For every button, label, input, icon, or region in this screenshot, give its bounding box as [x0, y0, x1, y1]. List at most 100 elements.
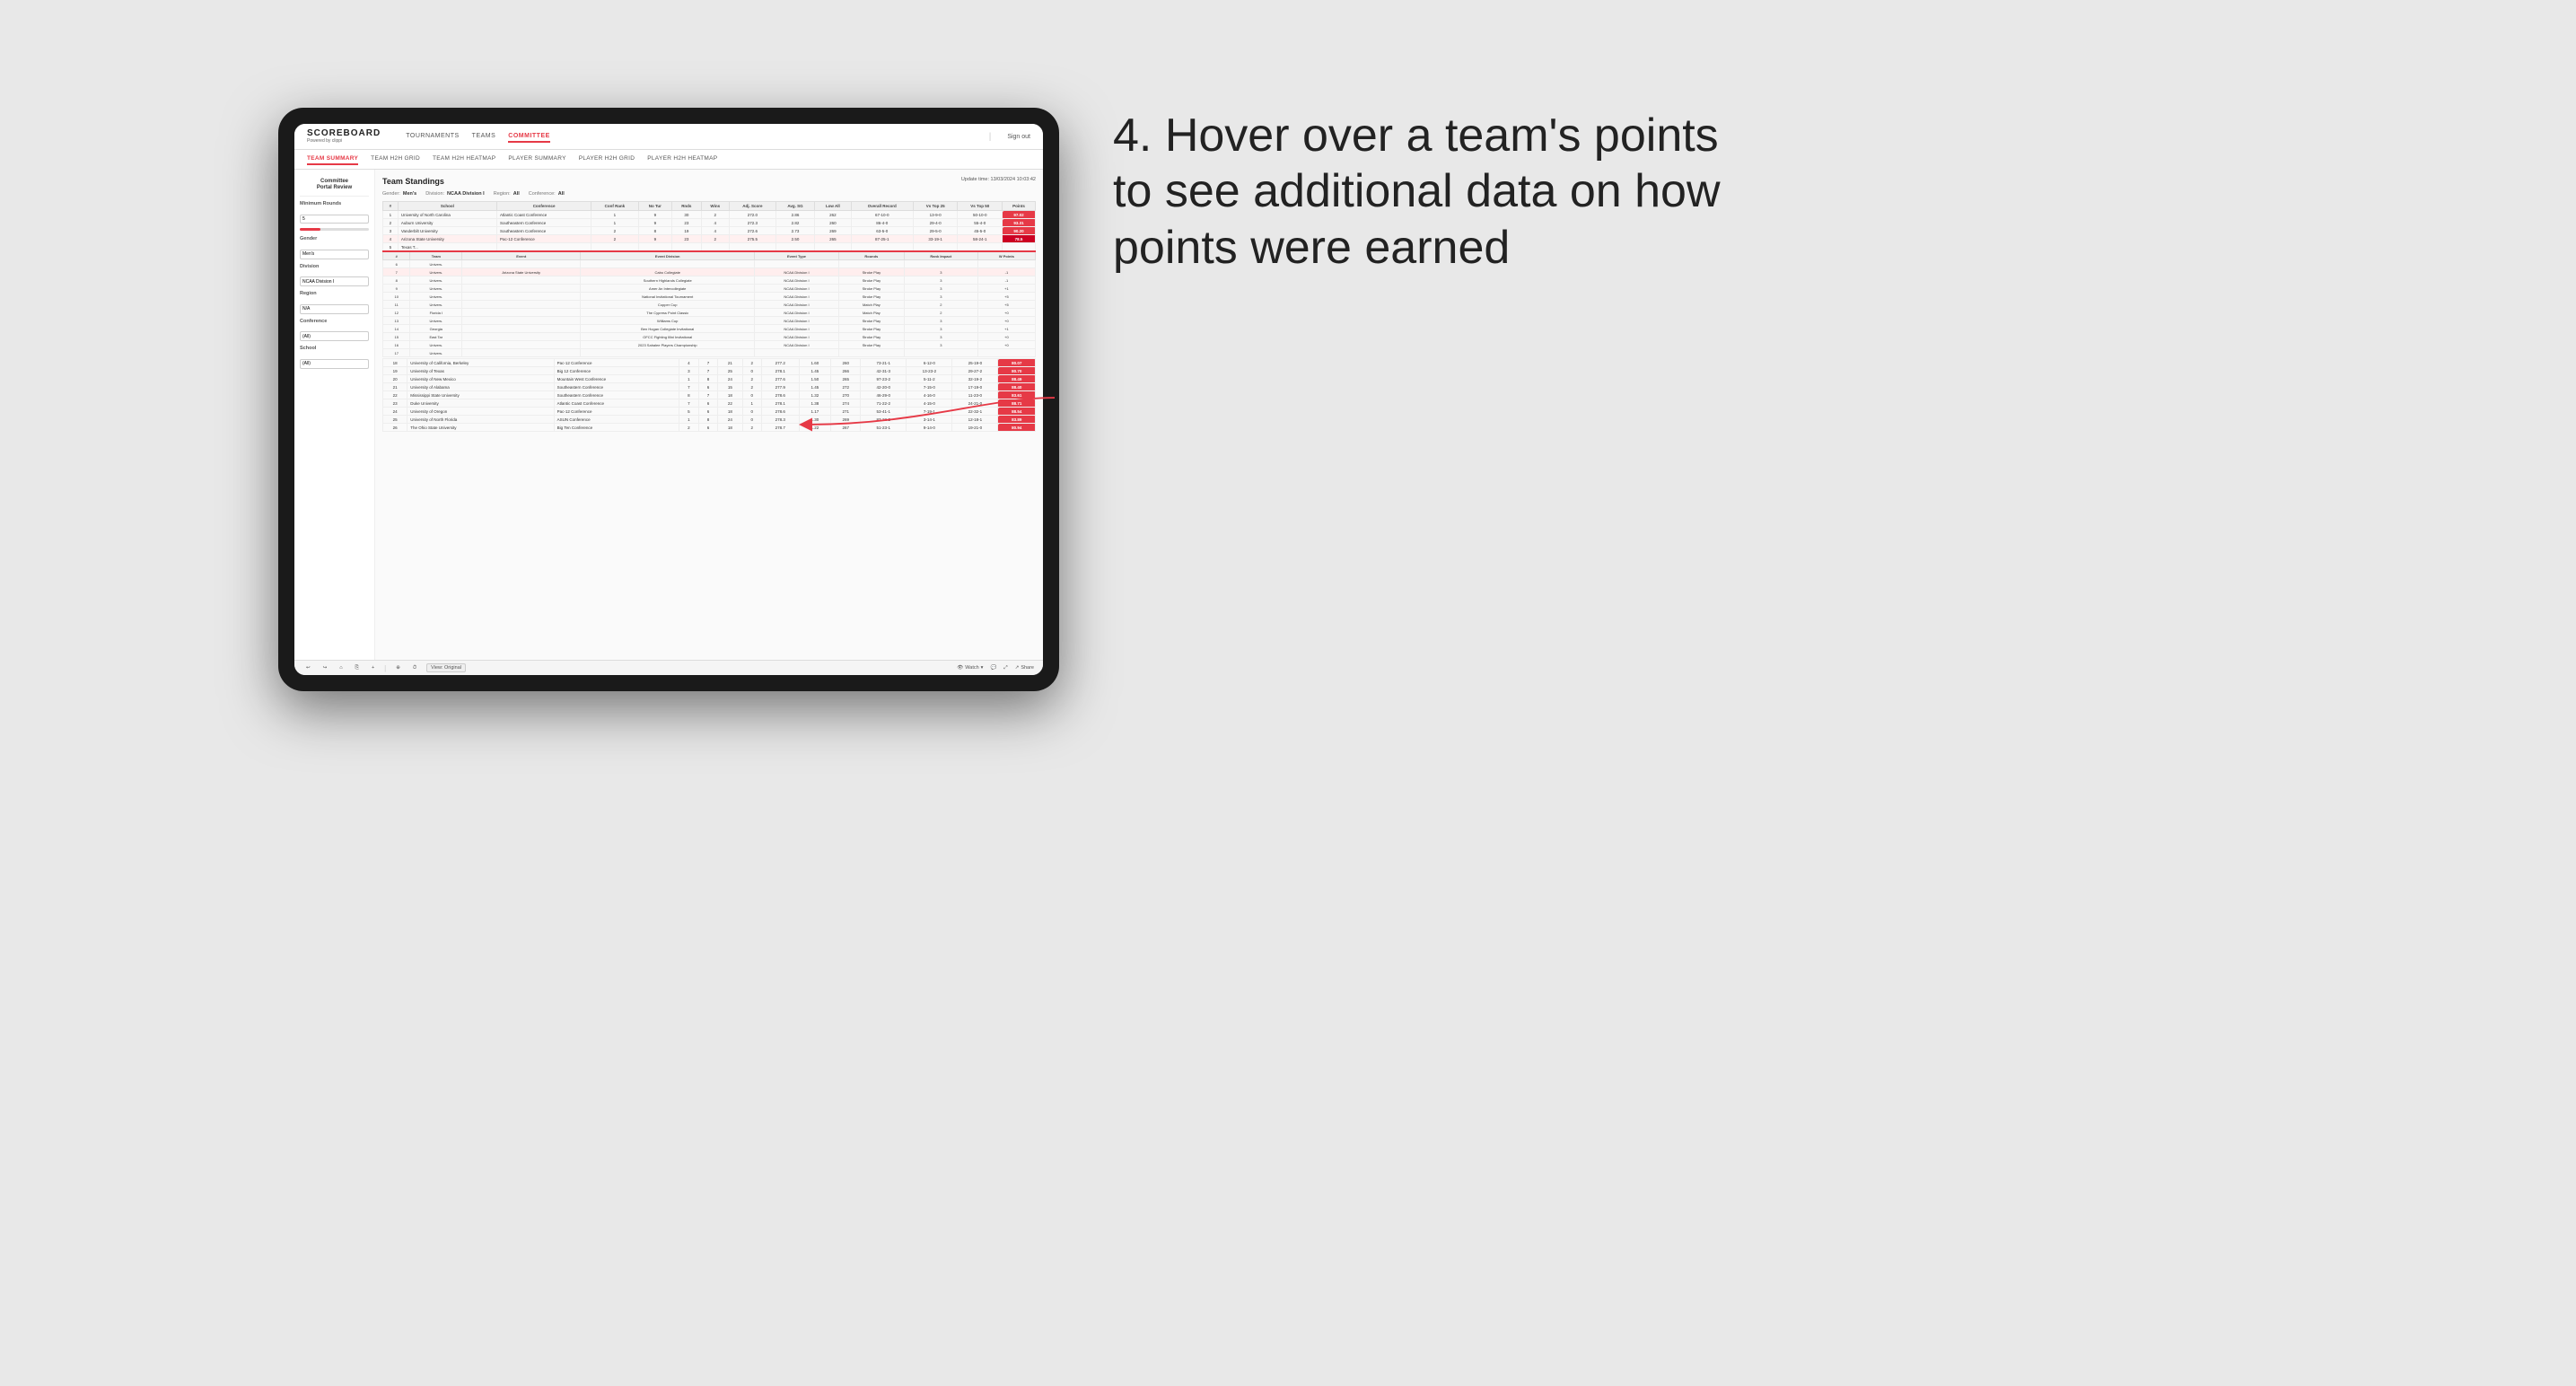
paste-button[interactable]: +	[369, 664, 377, 671]
undo-button[interactable]: ↩	[303, 664, 313, 671]
app-logo: SCOREBOARD	[307, 129, 381, 138]
col-points: Points	[1003, 202, 1036, 211]
expand-button[interactable]: ⤢	[1003, 665, 1007, 671]
table-row[interactable]: 26 The Ohio State University Big Ten Con…	[383, 424, 1036, 432]
filter-conference-value: All	[558, 191, 565, 197]
tooltip-row: 7Univers.Arizona State UniversityCabo Co…	[383, 268, 1036, 276]
subnav-team-summary[interactable]: TEAM SUMMARY	[307, 154, 358, 165]
table-row[interactable]: 19 University of Texas Big 12 Conference…	[383, 367, 1036, 375]
table-row[interactable]: 23 Duke University Atlantic Coast Confer…	[383, 399, 1036, 408]
report-title: Team Standings	[382, 177, 444, 186]
tooltip-row: 13Univers.Williams CupNCAA Division IStr…	[383, 317, 1036, 325]
col-adj-score: Adj. Score	[729, 202, 775, 211]
col-conference: Conference	[496, 202, 591, 211]
gender-label: Gender	[300, 236, 369, 241]
add-button[interactable]: ⊕	[393, 664, 403, 671]
bottom-toolbar: ↩ ↪ ⌂ ⎘ + | ⊕ ⏱ View: Original 👁 Watch ▾…	[294, 660, 1043, 675]
tooltip-row: 10Univers.National Invitational Tourname…	[383, 293, 1036, 301]
gender-select[interactable]: Men's	[300, 250, 369, 259]
col-no-tur: No Tur	[638, 202, 672, 211]
nav-tournaments[interactable]: TOURNAMENTS	[406, 131, 459, 143]
chevron-down-icon: ▾	[981, 665, 984, 671]
table-row[interactable]: 3 Vanderbilt University Southeastern Con…	[383, 227, 1036, 235]
tooltip-row: 6Univers.	[383, 260, 1036, 268]
table-row[interactable]: 1 University of North Carolina Atlantic …	[383, 211, 1036, 219]
col-vs-top50: Vs Top 50	[958, 202, 1003, 211]
table-row[interactable]: 18 University of California, Berkeley Pa…	[383, 359, 1036, 367]
nav-teams[interactable]: TEAMS	[472, 131, 496, 143]
report-header: Team Standings Update time: 13/03/2024 1…	[382, 177, 1036, 186]
filter-gender-label: Gender:	[382, 191, 400, 197]
sign-out-link[interactable]: Sign out	[1007, 134, 1030, 140]
tooltip-row: 14GeorgiaBen Hogan Collegiate Invitation…	[383, 325, 1036, 333]
min-rounds-input[interactable]	[300, 215, 369, 224]
col-low: Low All	[815, 202, 852, 211]
table-row[interactable]: 25 University of North Florida ASUN Conf…	[383, 416, 1036, 424]
report-area: Team Standings Update time: 13/03/2024 1…	[375, 170, 1043, 660]
tablet-frame: SCOREBOARD Powered by clippi TOURNAMENTS…	[278, 108, 1059, 691]
conference-select[interactable]: (All)	[300, 331, 369, 341]
col-conf-rank: Conf Rank	[591, 202, 638, 211]
tooltip-row: 17Univers.	[383, 349, 1036, 357]
table-row[interactable]: 22 Mississippi State University Southeas…	[383, 391, 1036, 399]
filter-conference-label: Conference:	[529, 191, 556, 197]
filter-gender-value: Men's	[403, 191, 416, 197]
table-row[interactable]: 2 Auburn University Southeastern Confere…	[383, 219, 1036, 227]
nav-committee[interactable]: COMMITTEE	[508, 131, 550, 143]
subnav-team-h2h-heatmap[interactable]: TEAM H2H HEATMAP	[433, 154, 495, 165]
tooltip-table: # Team Event Event Division Event Type R…	[382, 250, 1036, 357]
sidebar-title: CommitteePortal Review	[300, 179, 369, 191]
app-logo-sub: Powered by clippi	[307, 138, 381, 144]
redo-button[interactable]: ↪	[320, 664, 330, 671]
watch-label: Watch	[965, 665, 978, 671]
lower-teams-table: 18 University of California, Berkeley Pa…	[382, 358, 1036, 432]
filters-row: Gender: Men's Division: NCAA Division I …	[382, 191, 1036, 197]
home-button[interactable]: ⌂	[337, 664, 345, 671]
filter-division-label: Division:	[425, 191, 444, 197]
main-content: CommitteePortal Review Minimum Rounds Ge…	[294, 170, 1043, 660]
tooltip-row: 9Univers.Amer An IntercollegiateNCAA Div…	[383, 285, 1036, 293]
subnav-player-h2h-heatmap[interactable]: PLAYER H2H HEATMAP	[647, 154, 717, 165]
logo-area: SCOREBOARD Powered by clippi	[307, 129, 381, 144]
comment-button[interactable]: 💬	[990, 665, 996, 671]
filter-region: Region: All	[494, 191, 520, 197]
sidebar-divider-1	[300, 196, 369, 197]
table-row[interactable]: 24 University of Oregon Pac-12 Conferenc…	[383, 408, 1036, 416]
table-row[interactable]: 20 University of New Mexico Mountain Wes…	[383, 375, 1036, 383]
share-label: Share	[1021, 665, 1034, 671]
nav-bar: SCOREBOARD Powered by clippi TOURNAMENTS…	[294, 124, 1043, 150]
subnav-team-h2h-grid[interactable]: TEAM H2H GRID	[371, 154, 420, 165]
filter-conference: Conference: All	[529, 191, 565, 197]
report-meta: Update time: 13/03/2024 10:03:42	[961, 177, 1036, 182]
filter-gender: Gender: Men's	[382, 191, 416, 197]
timer-button[interactable]: ⏱	[410, 664, 419, 672]
table-row[interactable]: 21 University of Alabama Southeastern Co…	[383, 383, 1036, 391]
tooltip-row: 11Univers.Copper CupNCAA Division IMatch…	[383, 301, 1036, 309]
region-label: Region	[300, 291, 369, 296]
tooltip-row: 8Univers.Southern Highlands CollegiateNC…	[383, 276, 1036, 285]
filter-division-value: NCAA Division I	[447, 191, 485, 197]
filter-division: Division: NCAA Division I	[425, 191, 484, 197]
region-select[interactable]: N/A	[300, 304, 369, 314]
tooltip-container: # Team Event Event Division Event Type R…	[382, 250, 1036, 357]
col-rnds: Rnds	[672, 202, 701, 211]
watch-button[interactable]: 👁 Watch ▾	[957, 665, 983, 671]
view-button[interactable]: View: Original	[426, 663, 466, 672]
division-label: Division	[300, 264, 369, 269]
tooltip-row: 15East TarOFCC Fighting Illini Invitatio…	[383, 333, 1036, 341]
subnav-player-summary[interactable]: PLAYER SUMMARY	[508, 154, 565, 165]
conference-label: Conference	[300, 319, 369, 324]
school-label: School	[300, 346, 369, 351]
share-button[interactable]: ↗ Share	[1015, 665, 1034, 671]
toolbar-right: 👁 Watch ▾ 💬 ⤢ ↗ Share	[957, 665, 1034, 671]
min-rounds-slider[interactable]	[300, 228, 369, 231]
copy-button[interactable]: ⎘	[353, 664, 362, 672]
subnav-player-h2h-grid[interactable]: PLAYER H2H GRID	[579, 154, 635, 165]
school-select[interactable]: (All)	[300, 359, 369, 369]
division-select[interactable]: NCAA Division I	[300, 276, 369, 286]
sub-nav: TEAM SUMMARY TEAM H2H GRID TEAM H2H HEAT…	[294, 150, 1043, 170]
tooltip-row: 12Florida IThe Cypress Point ClassicNCAA…	[383, 309, 1036, 317]
tablet-screen: SCOREBOARD Powered by clippi TOURNAMENTS…	[294, 124, 1043, 675]
table-row-highlighted[interactable]: 4 Arizona State University Pac-12 Confer…	[383, 235, 1036, 243]
sidebar: CommitteePortal Review Minimum Rounds Ge…	[294, 170, 375, 660]
